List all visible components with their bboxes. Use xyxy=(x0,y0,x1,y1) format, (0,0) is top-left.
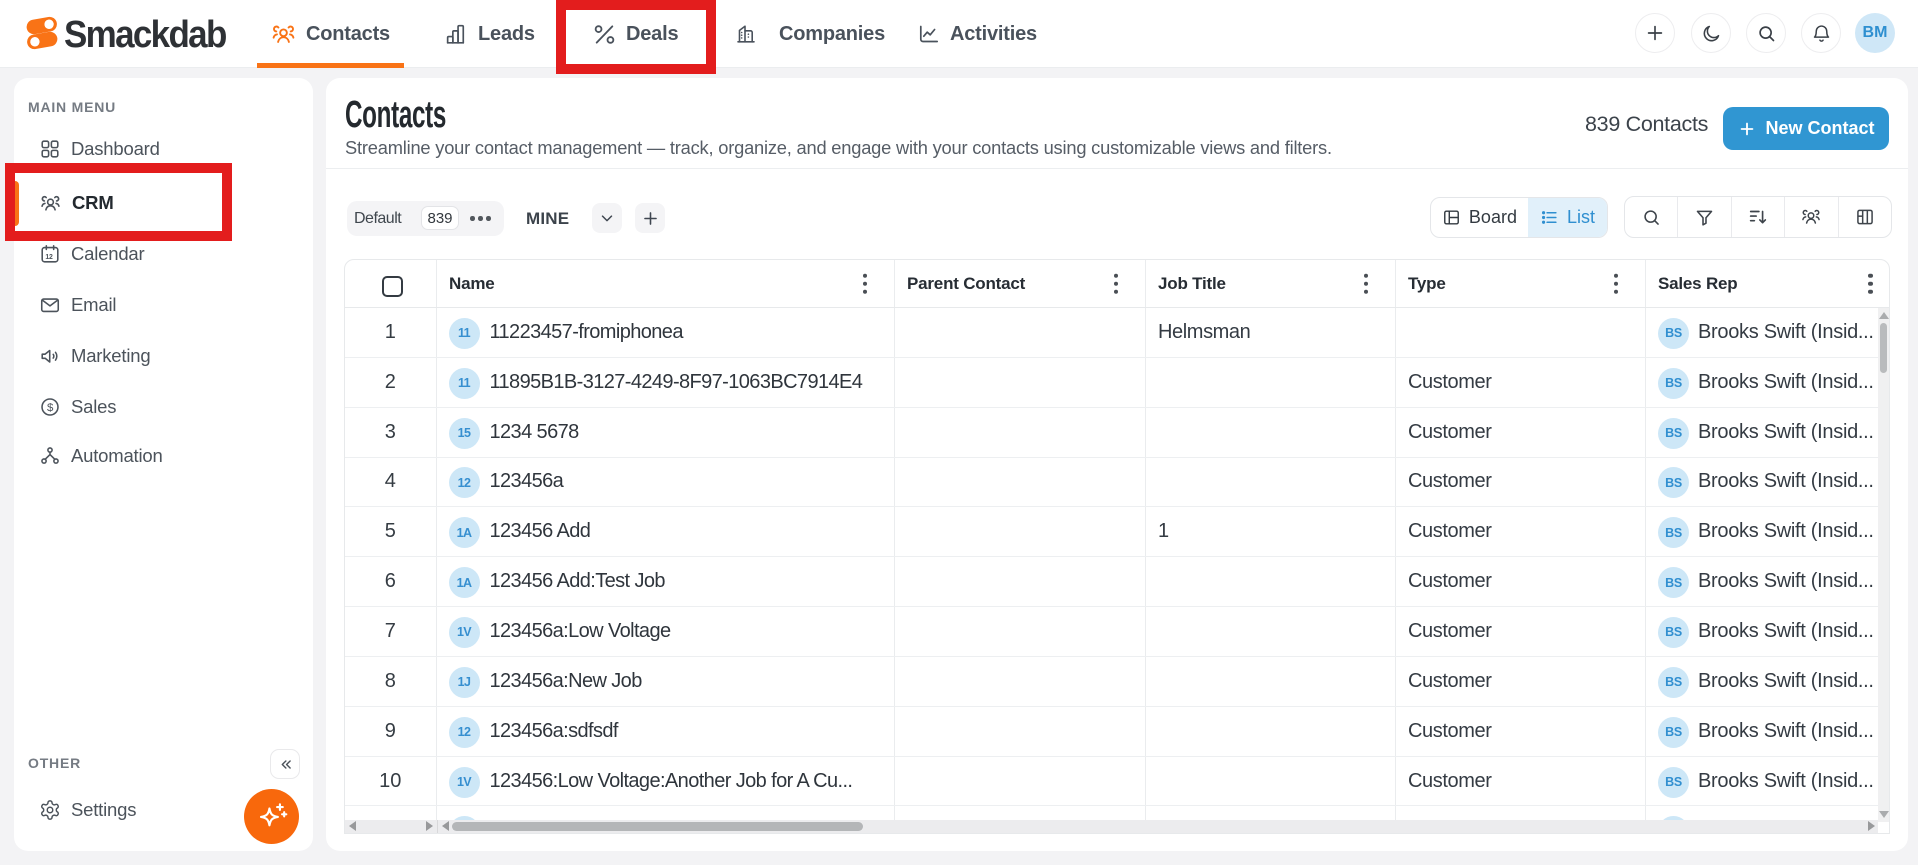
svg-text:$: $ xyxy=(47,402,54,414)
svg-text:12: 12 xyxy=(45,254,53,261)
